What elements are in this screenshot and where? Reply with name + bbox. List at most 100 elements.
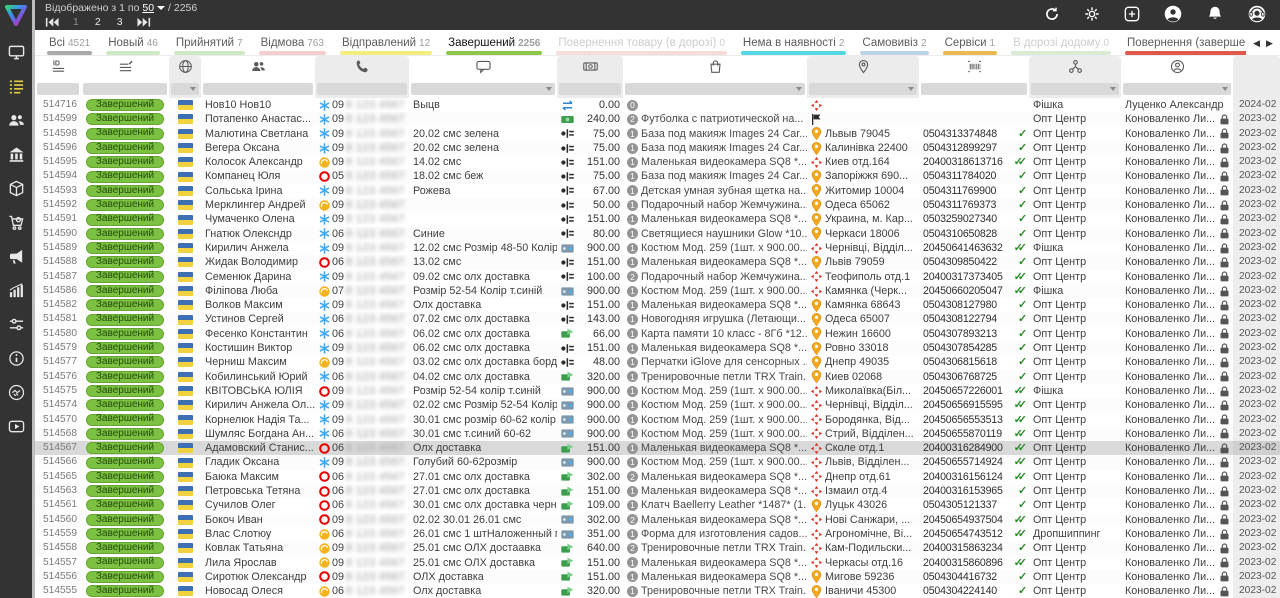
table-row[interactable]: 514580 Завершений Фесенко Константин 068… [35, 327, 1280, 341]
table-row[interactable]: 514716 Завершений Нов10 Нов10 098 123 45… [35, 98, 1280, 112]
column-header-product[interactable] [623, 56, 807, 82]
sidebar-item-marketing[interactable] [0, 242, 32, 276]
table-row[interactable]: 514557 Завершений Лила Ярослав 098 123 4… [35, 556, 1280, 570]
table-row[interactable]: 514589 Завершений Кирилич Анжела 098 123… [35, 241, 1280, 255]
page-button-2[interactable]: 2 [95, 16, 101, 28]
column-header-payment[interactable] [557, 56, 623, 82]
table-row[interactable]: 514558 Завершений Ковлак Татьяна 098 123… [35, 541, 1280, 555]
table-row[interactable]: 514565 Завершений Баюка Максим 068 123 4… [35, 470, 1280, 484]
table-row[interactable]: 514574 Завершений Кирилич Анжела Ол... 0… [35, 398, 1280, 412]
table-row[interactable]: 514567 Завершений Адамовский Станис... 0… [35, 441, 1280, 455]
column-header-delivery[interactable] [807, 56, 919, 82]
table-row[interactable]: 514555 Завершений Новосад Олеся 068 123 … [35, 584, 1280, 598]
page-button-3[interactable]: 3 [117, 16, 123, 28]
tab-в-дорозі-додому[interactable]: В дорозі додому0 [1011, 30, 1111, 55]
table-row[interactable]: 514599 Завершений Потапенко Анастас... 0… [35, 112, 1280, 126]
tab-самовивіз[interactable]: Самовивіз2 [860, 30, 928, 55]
filter-product-input[interactable] [625, 83, 805, 95]
table-row[interactable]: 514563 Завершений Петровська Тетяна 068 … [35, 484, 1280, 498]
sidebar-item-orders[interactable] [0, 72, 32, 106]
table-row[interactable]: 514576 Завершений Кобилинський Юрий 068 … [35, 370, 1280, 384]
tab-сервіси[interactable]: Сервіси1 [943, 30, 998, 55]
table-row[interactable]: 514559 Завершений Влас Слотюу 068 123 45… [35, 527, 1280, 541]
table-row[interactable]: 514556 Завершений Сиротюк Олександр 098 … [35, 570, 1280, 584]
tab-відправлений[interactable]: Відправлений12 [340, 30, 432, 55]
column-header-date[interactable] [1233, 56, 1280, 82]
filter-country-input[interactable] [171, 83, 199, 95]
table-row[interactable]: 514561 Завершений Сучилов Олег 068 123 4… [35, 498, 1280, 512]
filter-delivery-input[interactable] [809, 83, 917, 95]
table-row[interactable]: 514566 Завершений Гладик Оксана 098 123 … [35, 455, 1280, 469]
tab-всі[interactable]: Всі4521 [47, 30, 92, 55]
table-row[interactable]: 514591 Завершений Чумаченко Олена 098 12… [35, 212, 1280, 226]
table-row[interactable]: 514582 Завершений Волков Максим 098 123 … [35, 298, 1280, 312]
table-row[interactable]: 514581 Завершений Устинов Сергей 068 123… [35, 312, 1280, 326]
table-row[interactable]: 514592 Завершений Мерклингер Андрей 098 … [35, 198, 1280, 212]
table-row[interactable]: 514586 Завершений Філіпова Люба 078 123 … [35, 284, 1280, 298]
filter-comment-input[interactable] [411, 83, 555, 95]
table-row[interactable]: 514590 Завершений Гнатюк Олексндр 068 12… [35, 227, 1280, 241]
sidebar-item-dashboard[interactable] [0, 38, 32, 72]
table-row[interactable]: 514595 Завершений Колосок Александр 098 … [35, 155, 1280, 169]
column-header-id[interactable]: ID [35, 56, 81, 82]
refresh-icon[interactable] [1044, 6, 1060, 22]
last-page-button[interactable] [137, 17, 151, 28]
filter-manager-input[interactable] [1123, 83, 1231, 95]
tabs-scroll-right-icon[interactable]: ▶ [1266, 38, 1273, 49]
filter-phone-input[interactable] [317, 83, 407, 95]
tab-повернення-товару-в-дорозі-[interactable]: Повернення товару (в дорозі)0 [556, 30, 727, 55]
filter-payment-input[interactable] [559, 83, 621, 95]
column-header-status[interactable] [81, 56, 169, 82]
table-row[interactable]: 514587 Завершений Семенюк Дарина 098 123… [35, 270, 1280, 284]
table-row[interactable]: 514577 Завершений Черниш Максим 098 123 … [35, 355, 1280, 369]
filter-status-input[interactable] [83, 83, 167, 95]
notifications-bell-icon[interactable] [1206, 5, 1224, 23]
tab-прийнятий[interactable]: Прийнятий7 [174, 30, 245, 55]
main-area: Відображено з 1 по 50/ 2256 123 [32, 0, 1280, 598]
table-row[interactable]: 514579 Завершений Костишин Виктор 098 12… [35, 341, 1280, 355]
sidebar-item-products[interactable] [0, 174, 32, 208]
column-header-phone[interactable] [315, 56, 409, 82]
sidebar-item-clients[interactable] [0, 106, 32, 140]
app-logo-icon[interactable] [4, 4, 28, 28]
sidebar-item-company[interactable] [0, 140, 32, 174]
tab-завершений[interactable]: Завершений2256 [446, 30, 542, 55]
filter-client-input[interactable] [203, 83, 313, 95]
tab-новый[interactable]: Новый46 [106, 30, 160, 55]
tab-відмова[interactable]: Відмова763 [259, 30, 326, 55]
sidebar-item-tutorials[interactable] [0, 412, 32, 446]
column-header-country[interactable] [169, 56, 201, 82]
sidebar-item-partners[interactable] [0, 378, 32, 412]
sidebar-item-info[interactable] [0, 344, 32, 378]
page-button-1[interactable]: 1 [73, 16, 79, 28]
table-row[interactable]: 514560 Завершений Бокоч Иван 098 123 456… [35, 513, 1280, 527]
column-header-source[interactable] [1029, 56, 1121, 82]
sidebar-item-settings[interactable] [0, 310, 32, 344]
gear-icon[interactable] [1084, 6, 1100, 22]
table-row[interactable]: 514575 Завершений КВІТОВСЬКА ЮЛІЯ 098 12… [35, 384, 1280, 398]
column-header-comment[interactable] [409, 56, 557, 82]
delivery-address: Ізмаил отд.4 [825, 484, 887, 498]
filter-ttn-input[interactable] [921, 83, 1027, 95]
table-row[interactable]: 514593 Завершений Сольська Ірина 098 123… [35, 184, 1280, 198]
column-header-client[interactable] [201, 56, 315, 82]
tab-нема-в-наявності[interactable]: Нема в наявності2 [741, 30, 846, 55]
filter-id-input[interactable] [37, 83, 79, 95]
first-page-button[interactable] [45, 17, 59, 28]
sidebar-item-purchases[interactable] [0, 208, 32, 242]
support-headset-icon[interactable] [1248, 5, 1266, 23]
table-row[interactable]: 514570 Завершений Корнелюк Надія Та... 0… [35, 413, 1280, 427]
column-header-ttn[interactable] [919, 56, 1029, 82]
filter-source-input[interactable] [1031, 83, 1119, 95]
table-row[interactable]: 514598 Завершений Малютина Светлана 098 … [35, 127, 1280, 141]
table-row[interactable]: 514594 Завершений Компанец Юля 058 123 4… [35, 169, 1280, 183]
table-row[interactable]: 514596 Завершений Вегера Оксана 098 123 … [35, 141, 1280, 155]
table-row[interactable]: 514588 Завершений Жидак Володимир 068 12… [35, 255, 1280, 269]
add-new-icon[interactable] [1124, 6, 1140, 22]
column-header-manager[interactable] [1121, 56, 1233, 82]
table-row[interactable]: 514568 Завершений Шумляс Богдана Ан... 0… [35, 427, 1280, 441]
sidebar-item-statistics[interactable] [0, 276, 32, 310]
tabs-scroll-left-icon[interactable]: ◀ [1253, 38, 1260, 49]
profile-icon[interactable] [1164, 5, 1182, 23]
page-size-select[interactable]: 50 [142, 2, 154, 14]
